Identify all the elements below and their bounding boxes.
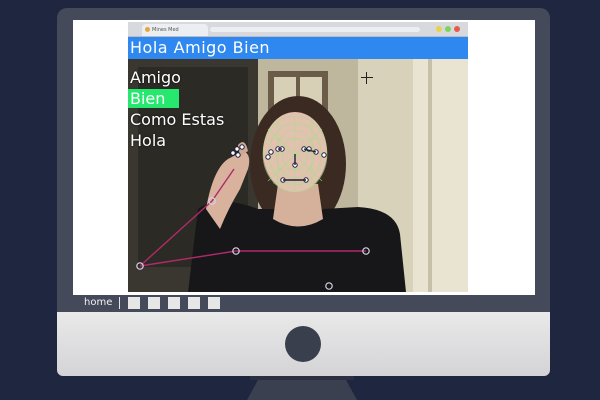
power-button[interactable]: [285, 326, 321, 362]
browser-tab-title: Mines Med: [152, 27, 179, 33]
maximize-dot-icon[interactable]: [445, 26, 451, 32]
app-tile-4[interactable]: [188, 297, 200, 309]
app-tile-1[interactable]: [128, 297, 140, 309]
address-bar[interactable]: [210, 27, 420, 32]
word-item-hola: Hola: [130, 131, 167, 150]
app-window: Mines Med Hola Amigo Bien Amigo Bien Com…: [128, 22, 468, 292]
close-dot-icon[interactable]: [454, 26, 460, 32]
app-tile-5[interactable]: [208, 297, 220, 309]
app-tile-3[interactable]: [168, 297, 180, 309]
webcam-feed: [128, 59, 468, 292]
browser-tab[interactable]: Mines Med: [142, 24, 208, 36]
home-button[interactable]: home: [84, 296, 112, 310]
app-tile-2[interactable]: [148, 297, 160, 309]
translation-caption: Hola Amigo Bien: [128, 37, 468, 59]
word-item-bien: Bien: [128, 89, 179, 108]
crosshair-icon: [361, 72, 373, 84]
taskbar-separator: [119, 297, 120, 309]
word-item-como-estas: Como Estas: [130, 110, 225, 129]
webcam-image: [128, 59, 468, 292]
word-item-amigo: Amigo: [130, 68, 181, 87]
taskbar: [73, 295, 535, 312]
tab-favicon-icon: [145, 27, 150, 32]
window-titlebar: Mines Med: [128, 22, 468, 37]
minimize-dot-icon[interactable]: [436, 26, 442, 32]
monitor-stand-neck: [250, 376, 354, 380]
